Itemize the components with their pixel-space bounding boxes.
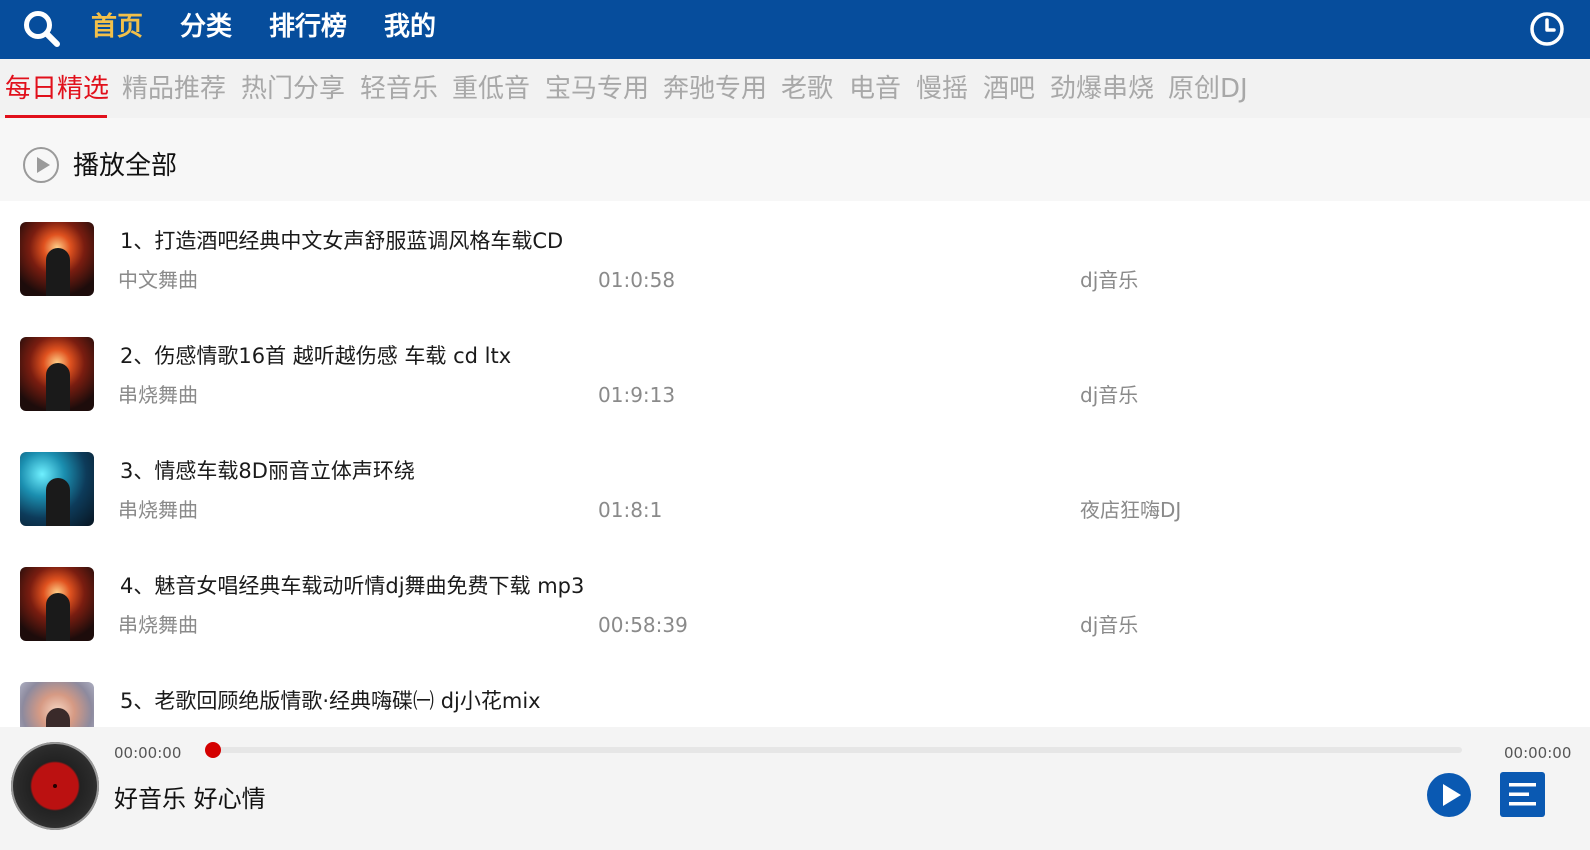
song-title: 2、伤感情歌16首 越听越伤感 车载 cd ltx [120,344,512,368]
song-cover-image [20,452,94,526]
song-row[interactable]: 5、老歌回顾绝版情歌·经典嗨碟㈠ dj小花mix [0,661,1590,727]
category-slow-rock[interactable]: 慢摇 [916,72,968,106]
total-time: 00:00:00 [1504,744,1572,762]
song-genre: 串烧舞曲 [118,613,198,637]
category-original-dj[interactable]: 原创DJ [1168,72,1248,106]
song-cover-image [20,682,94,727]
play-all-bar[interactable] [0,118,1590,201]
category-heavy-bass[interactable]: 重低音 [452,72,530,106]
category-daily-picks[interactable]: 每日精选 [5,72,109,106]
player-slogan: 好音乐 好心情 [114,785,266,813]
song-duration: 01:8:1 [598,498,663,522]
tab-categories[interactable]: 分类 [180,8,232,46]
song-duration: 01:0:58 [598,268,676,292]
top-nav-bar: 首页 分类 排行榜 我的 [0,0,1590,59]
play-icon[interactable] [1426,772,1472,818]
song-duration: 00:58:39 [598,613,688,637]
song-title: 3、情感车载8D丽音立体声环绕 [120,459,415,483]
song-title: 5、老歌回顾绝版情歌·经典嗨碟㈠ dj小花mix [120,689,541,713]
song-source: dj音乐 [1080,268,1139,292]
song-title: 1、打造酒吧经典中文女声舒服蓝调风格车载CD [120,229,564,253]
song-cover-image [20,567,94,641]
clock-icon[interactable] [1528,10,1566,48]
song-cover-image [20,222,94,296]
song-source: dj音乐 [1080,383,1139,407]
progress-knob[interactable] [205,742,221,758]
song-genre: 串烧舞曲 [118,383,198,407]
song-source: dj音乐 [1080,613,1139,637]
search-icon[interactable] [22,9,62,49]
category-bar[interactable]: 酒吧 [983,72,1035,106]
category-medley[interactable]: 劲爆串烧 [1050,72,1154,106]
song-genre: 中文舞曲 [118,268,198,292]
category-hot-shares[interactable]: 热门分享 [241,72,345,106]
progress-bar[interactable] [210,747,1462,753]
song-row[interactable]: 3、情感车载8D丽音立体声环绕 串烧舞曲 01:8:1 夜店狂嗨DJ [0,431,1590,546]
category-light-music[interactable]: 轻音乐 [360,72,438,106]
category-bmw[interactable]: 宝马专用 [545,72,649,106]
category-benz[interactable]: 奔驰专用 [663,72,767,106]
category-recommended[interactable]: 精品推荐 [122,72,226,106]
playlist-icon[interactable] [1500,772,1545,817]
tab-home[interactable]: 首页 [91,8,143,46]
play-circle-icon[interactable] [22,146,60,184]
current-time: 00:00:00 [114,744,182,762]
list-lines-icon [1509,783,1536,806]
song-row[interactable]: 1、打造酒吧经典中文女声舒服蓝调风格车载CD 中文舞曲 01:0:58 dj音乐 [0,201,1590,316]
song-row[interactable]: 4、魅音女唱经典车载动听情dj舞曲免费下载 mp3 串烧舞曲 00:58:39 … [0,546,1590,661]
song-source: 夜店狂嗨DJ [1080,498,1182,522]
category-electronic[interactable]: 电音 [849,72,901,106]
tab-rankings[interactable]: 排行榜 [269,8,347,46]
song-genre: 串烧舞曲 [118,498,198,522]
tab-mine[interactable]: 我的 [384,8,436,46]
vinyl-disc-icon[interactable] [11,742,99,830]
song-list: 1、打造酒吧经典中文女声舒服蓝调风格车载CD 中文舞曲 01:0:58 dj音乐… [0,201,1590,727]
song-title: 4、魅音女唱经典车载动听情dj舞曲免费下载 mp3 [120,574,585,598]
play-all-label[interactable]: 播放全部 [73,148,177,184]
song-duration: 01:9:13 [598,383,676,407]
song-row[interactable]: 2、伤感情歌16首 越听越伤感 车载 cd ltx 串烧舞曲 01:9:13 d… [0,316,1590,431]
category-oldies[interactable]: 老歌 [781,72,833,106]
song-cover-image [20,337,94,411]
